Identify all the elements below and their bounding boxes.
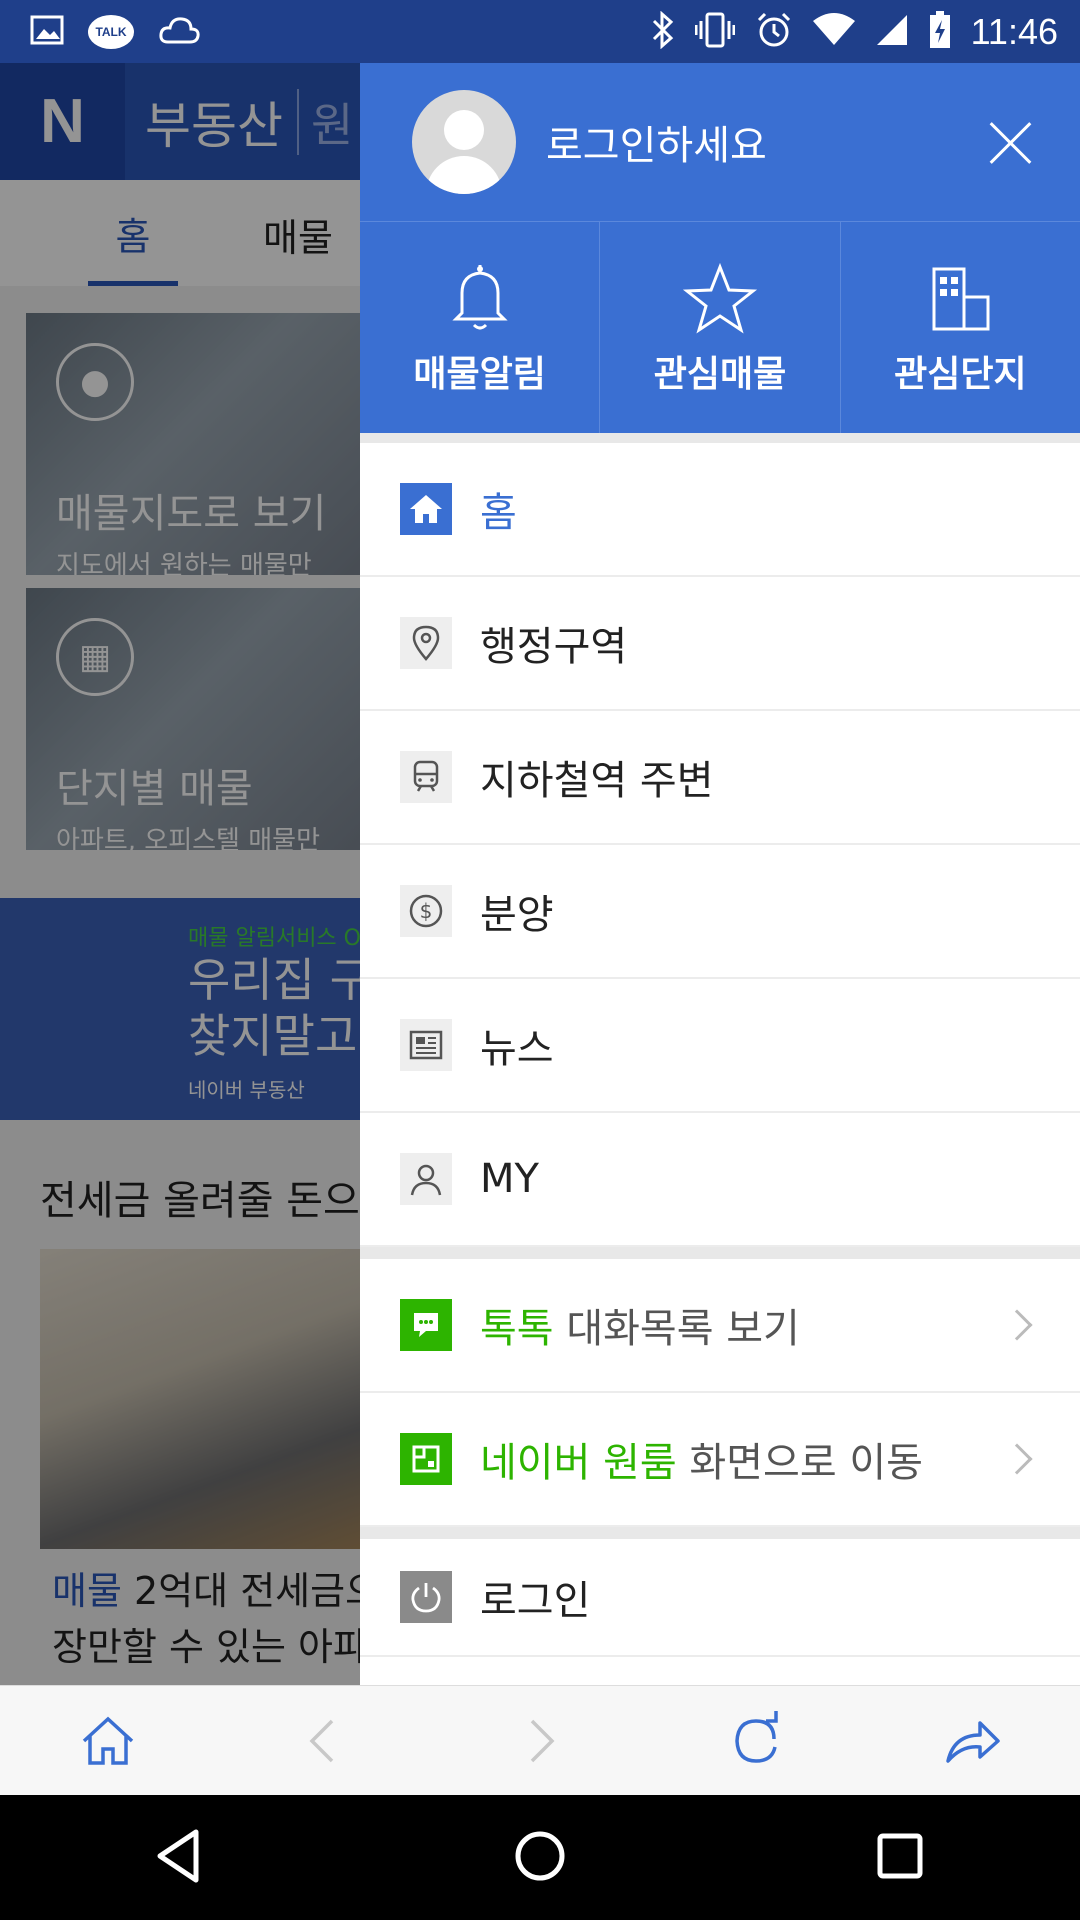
talktalk-link[interactable]: 톡톡 대화목록 보기 <box>360 1259 1080 1393</box>
forward-button[interactable] <box>505 1706 575 1776</box>
talktalk-highlight: 톡톡 <box>480 1306 554 1352</box>
favorite-complex-button[interactable]: 관심단지 <box>841 222 1080 433</box>
login-prompt[interactable]: 로그인하세요 <box>546 113 767 171</box>
home-icon <box>400 483 452 535</box>
star-icon <box>682 262 758 334</box>
menu-label: 홈 <box>480 490 517 536</box>
menu-label: 지하철역 주변 <box>480 758 714 804</box>
share-icon <box>946 1720 1000 1763</box>
avatar[interactable] <box>412 90 516 194</box>
system-home-button[interactable] <box>510 1826 570 1890</box>
bell-icon <box>452 264 508 329</box>
oneroom-label: 네이버 원룸 화면으로 이동 <box>480 1430 923 1488</box>
browser-toolbar <box>0 1685 1080 1795</box>
status-bar: TALK 11:46 <box>0 0 1080 63</box>
oneroom-rest: 화면으로 이동 <box>676 1440 923 1486</box>
quick-label: 매물알림 <box>413 353 546 395</box>
chat-icon <box>400 1299 452 1351</box>
back-button[interactable] <box>289 1706 359 1776</box>
divider <box>360 1247 1080 1259</box>
login-button[interactable]: 로그인 <box>360 1539 1080 1657</box>
menu-label: 로그인 <box>480 1578 591 1624</box>
home-icon <box>82 1716 134 1765</box>
system-navigation-bar <box>0 1795 1080 1920</box>
forward-icon <box>530 1719 555 1762</box>
weather-icon <box>158 12 202 52</box>
news-icon <box>400 1019 452 1071</box>
system-recents-button[interactable] <box>870 1826 930 1890</box>
favorite-listing-button[interactable]: 관심매물 <box>600 222 841 433</box>
menu-label: MY <box>480 1156 539 1202</box>
svg-text:$: $ <box>420 899 433 923</box>
wifi-icon <box>812 12 855 51</box>
building-icon <box>932 267 990 330</box>
close-icon[interactable] <box>988 119 1034 165</box>
menu-label: 행정구역 <box>480 624 628 670</box>
subway-icon <box>400 751 452 803</box>
person-icon <box>400 1153 452 1205</box>
divider <box>360 433 1080 443</box>
quick-label: 관심단지 <box>894 353 1027 395</box>
system-back-button[interactable] <box>150 1826 210 1890</box>
home-button[interactable] <box>73 1706 143 1776</box>
bluetooth-icon <box>651 10 675 53</box>
menu-item-news[interactable]: 뉴스 <box>360 979 1080 1113</box>
menu-label: 분양 <box>480 892 554 938</box>
refresh-button[interactable] <box>721 1706 791 1776</box>
oneroom-link[interactable]: 네이버 원룸 화면으로 이동 <box>360 1393 1080 1527</box>
side-drawer: 로그인하세요 매물알림 관심매물 관심단지 홈 행정구역 지하철역 주변 $ 분… <box>360 63 1080 1685</box>
menu-label: 뉴스 <box>480 1026 554 1072</box>
vibrate-icon <box>694 11 736 53</box>
refresh-icon <box>735 1710 778 1763</box>
listing-alert-button[interactable]: 매물알림 <box>360 222 601 433</box>
signal-icon <box>875 13 909 51</box>
menu-item-my[interactable]: MY <box>360 1113 1080 1247</box>
back-icon <box>309 1719 334 1762</box>
oneroom-highlight: 네이버 원룸 <box>480 1440 677 1486</box>
drawer-header: 로그인하세요 <box>360 63 1080 221</box>
alarm-icon <box>755 11 793 53</box>
kakaotalk-icon: TALK <box>88 14 134 49</box>
triangle-back-icon <box>157 1829 199 1882</box>
square-recents-icon <box>877 1833 923 1878</box>
clock-time: 11:46 <box>970 10 1058 52</box>
menu-item-subway[interactable]: 지하철역 주변 <box>360 711 1080 845</box>
power-icon <box>400 1571 452 1623</box>
chevron-right-icon <box>1001 1309 1033 1341</box>
chevron-right-icon <box>1001 1443 1033 1475</box>
menu-item-presale[interactable]: $ 분양 <box>360 845 1080 979</box>
battery-icon <box>929 10 951 53</box>
quick-actions: 매물알림 관심매물 관심단지 <box>360 221 1080 433</box>
oneroom-icon <box>400 1433 452 1485</box>
share-button[interactable] <box>937 1706 1007 1776</box>
gallery-icon <box>30 15 64 49</box>
divider <box>360 1527 1080 1539</box>
circle-home-icon <box>515 1831 565 1880</box>
location-pin-icon <box>400 617 452 669</box>
menu-item-district[interactable]: 행정구역 <box>360 577 1080 711</box>
talktalk-label: 톡톡 대화목록 보기 <box>480 1296 800 1354</box>
dollar-icon: $ <box>400 885 452 937</box>
quick-label: 관심매물 <box>653 353 787 395</box>
talktalk-rest: 대화목록 보기 <box>553 1306 800 1352</box>
menu-item-home[interactable]: 홈 <box>360 443 1080 577</box>
